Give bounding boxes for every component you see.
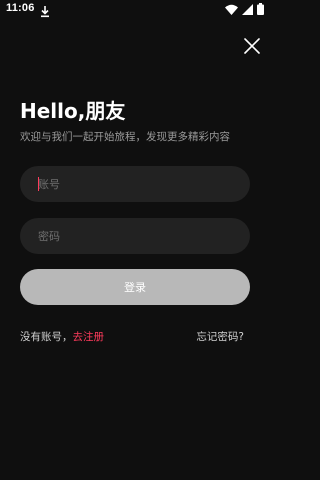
account-field[interactable] — [20, 166, 250, 202]
greeting-subtitle: 欢迎与我们一起开始旅程，发现更多精彩内容 — [20, 131, 230, 143]
register-row: 没有账号，去注册 — [20, 329, 104, 344]
download-icon — [40, 3, 50, 18]
battery-icon — [257, 3, 264, 15]
password-input[interactable] — [38, 229, 232, 243]
forgot-password-link[interactable]: 忘记密码? — [196, 329, 244, 344]
greeting-title: Hello,朋友 — [20, 99, 126, 123]
close-button[interactable] — [242, 36, 262, 56]
status-time: 11:06 — [6, 2, 35, 14]
wifi-icon — [225, 4, 238, 15]
register-link[interactable]: 去注册 — [73, 331, 105, 343]
signal-icon — [242, 3, 253, 15]
text-cursor — [38, 177, 39, 191]
status-bar: 11:06 — [0, 0, 270, 20]
password-field[interactable] — [20, 218, 250, 254]
login-screen: 11:06 Hello,朋友 欢迎与我们一起开始旅程，发现更多精彩内容 账号 登… — [0, 0, 270, 480]
close-icon — [242, 38, 262, 60]
login-button[interactable]: 登录 — [20, 269, 250, 305]
status-icons — [225, 3, 264, 15]
account-input[interactable] — [38, 177, 232, 191]
no-account-text: 没有账号， — [20, 331, 73, 343]
